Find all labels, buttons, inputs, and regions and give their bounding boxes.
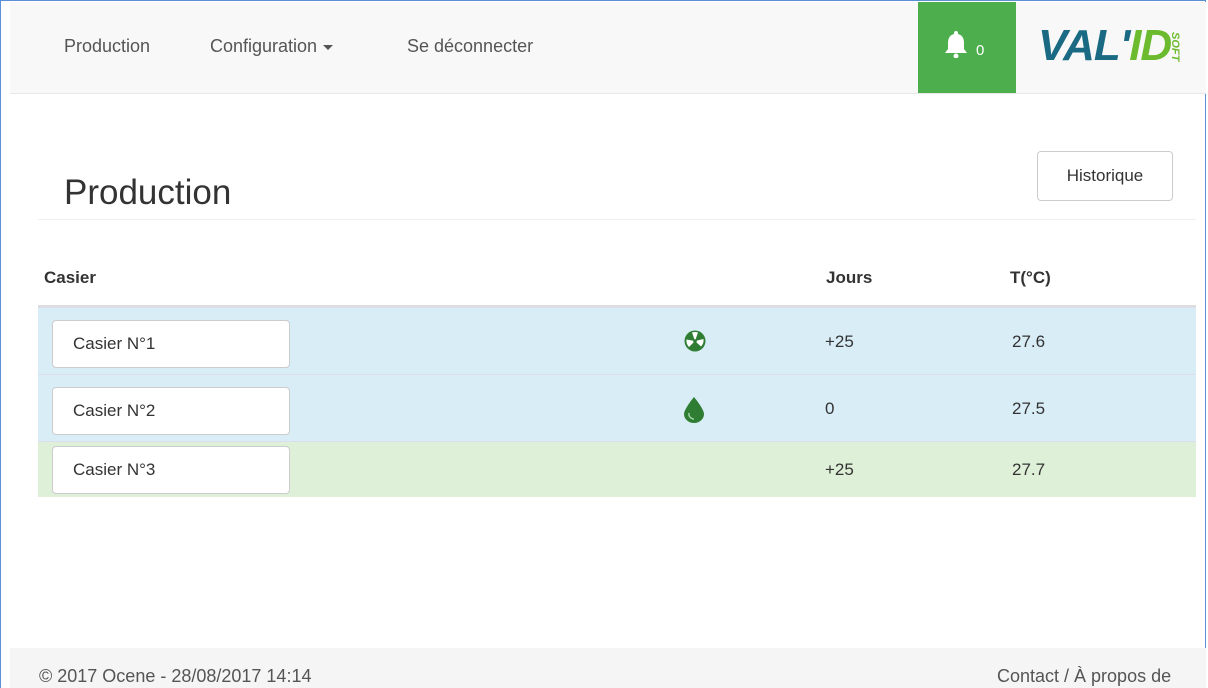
temperature-value: 27.5 — [1012, 399, 1046, 418]
nav-configuration-label: Configuration — [210, 36, 318, 56]
casier-button[interactable]: Casier N°2 — [52, 387, 290, 435]
table-row: Casier N°1 +25 27.6 — [38, 307, 1196, 374]
header-casier: Casier — [44, 268, 96, 287]
nav-production[interactable]: Production — [64, 36, 150, 57]
table-header: Casier Jours T(°C) — [38, 240, 1196, 307]
footer: © 2017 Ocene - 28/08/2017 14:14 Contact … — [10, 648, 1206, 688]
bell-icon — [945, 30, 967, 63]
table-row: Casier N°2 0 27.5 — [38, 374, 1196, 441]
header-temperature: T(°C) — [1010, 268, 1051, 287]
notifications-button[interactable]: 0 — [918, 2, 1016, 93]
divider — [38, 219, 1196, 220]
casier-table: Casier Jours T(°C) Casier N°1 +25 27.6 C… — [38, 240, 1196, 497]
header-jours: Jours — [826, 268, 873, 287]
jours-value: +25 — [825, 332, 854, 351]
history-button[interactable]: Historique — [1037, 151, 1173, 201]
nav-logout[interactable]: Se déconnecter — [407, 36, 533, 57]
caret-down-icon — [323, 44, 334, 50]
water-drop-icon — [684, 397, 704, 428]
top-navbar: Production Configuration Se déconnecter … — [10, 2, 1206, 94]
footer-contact-link[interactable]: Contact / À propos de — [997, 666, 1171, 687]
table-row: Casier N°3 +25 27.7 — [38, 441, 1196, 497]
footer-copyright: © 2017 Ocene - 28/08/2017 14:14 — [39, 666, 312, 686]
temperature-value: 27.7 — [1012, 460, 1046, 479]
valid-soft-logo: VAL'ID SOFT — [1038, 21, 1181, 70]
nav-configuration-dropdown[interactable]: Configuration — [210, 36, 334, 57]
page-title: Production — [64, 173, 232, 213]
casier-button[interactable]: Casier N°3 — [52, 446, 290, 494]
fan-icon — [684, 330, 706, 357]
casier-button[interactable]: Casier N°1 — [52, 320, 290, 368]
jours-value: 0 — [825, 399, 835, 418]
temperature-value: 27.6 — [1012, 332, 1046, 351]
jours-value: +25 — [825, 460, 854, 479]
notification-count: 0 — [976, 42, 985, 59]
